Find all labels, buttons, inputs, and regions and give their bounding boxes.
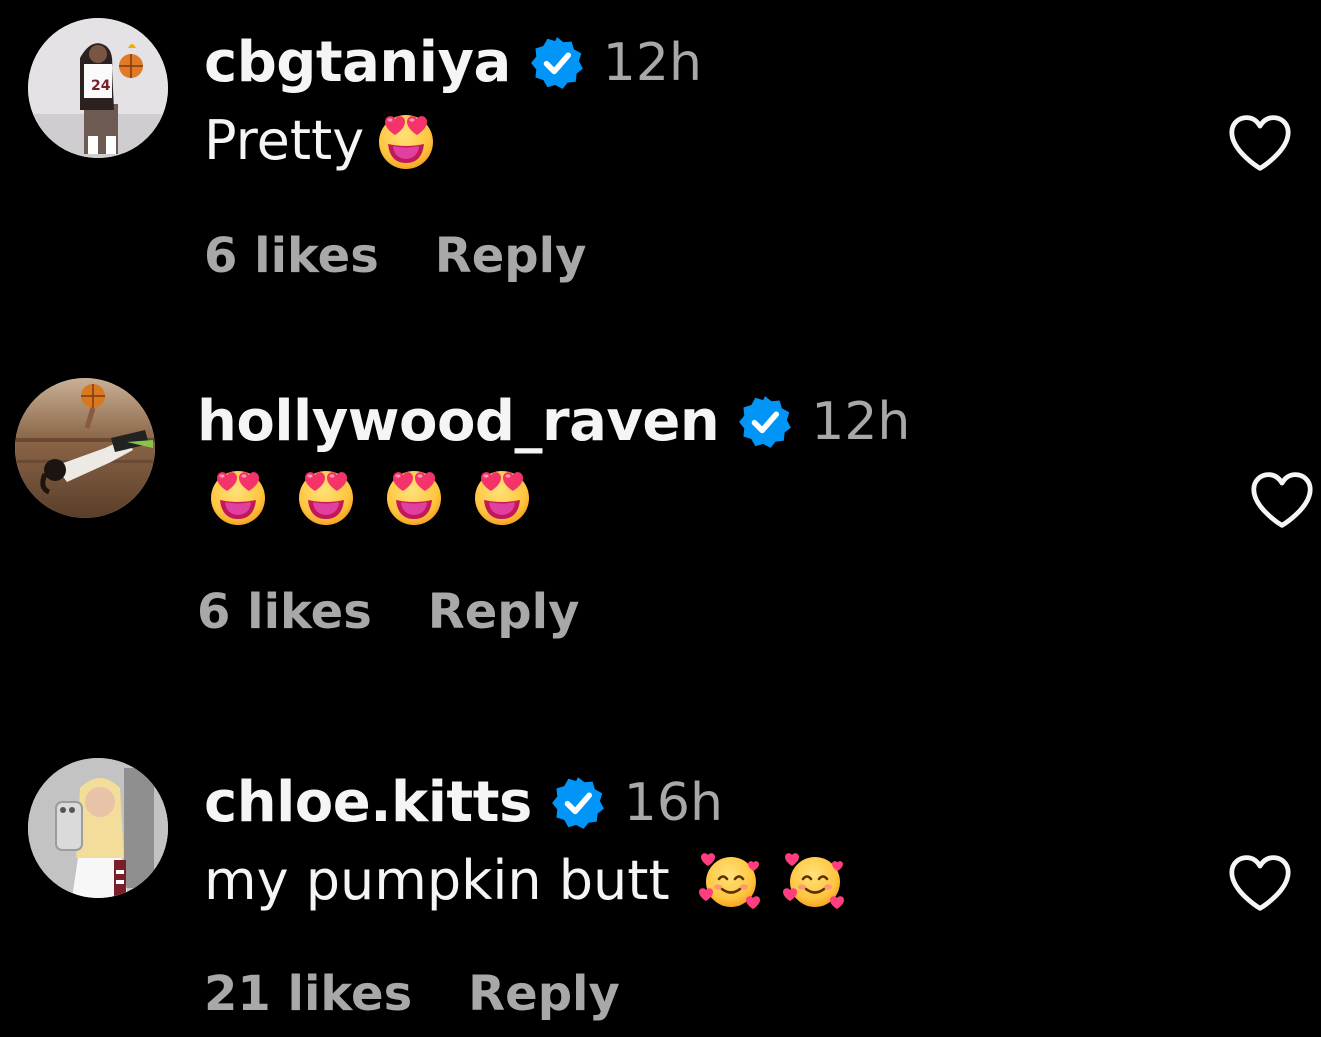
heart-eyes-emoji: [294, 464, 358, 528]
comment-header: chloe.kitts 16h: [204, 770, 723, 835]
comment-text: Pretty: [204, 108, 438, 172]
username[interactable]: hollywood_raven: [197, 389, 720, 454]
timestamp: 12h: [602, 32, 702, 93]
svg-text:24: 24: [91, 78, 111, 94]
verified-badge-icon: [550, 775, 606, 831]
avatar-image: 24: [28, 18, 168, 158]
heart-eyes-emoji: [382, 464, 446, 528]
reply-button[interactable]: Reply: [428, 584, 580, 640]
likes-count[interactable]: 21 likes: [204, 966, 412, 1022]
avatar[interactable]: [28, 758, 168, 898]
smiling-face-with-hearts-emoji: [698, 848, 762, 912]
heart-eyes-emoji: [470, 464, 534, 528]
comment-text-content: my pumpkin butt: [204, 848, 670, 912]
avatar[interactable]: [15, 378, 155, 518]
timestamp: 12h: [811, 391, 911, 452]
avatar-image: [15, 378, 155, 518]
likes-count[interactable]: 6 likes: [197, 584, 372, 640]
heart-outline-icon[interactable]: [1226, 112, 1294, 174]
reply-button[interactable]: Reply: [435, 228, 587, 284]
comment-actions: 6 likes Reply: [197, 584, 579, 640]
heart-eyes-emoji: [374, 108, 438, 172]
comment-text: [206, 464, 558, 528]
smiling-face-with-hearts-emoji: [782, 848, 846, 912]
comment-header: hollywood_raven 12h: [197, 389, 910, 454]
username[interactable]: chloe.kitts: [204, 770, 532, 835]
comment-actions: 6 likes Reply: [204, 228, 586, 284]
verified-badge-icon: [737, 394, 793, 450]
heart-outline-icon[interactable]: [1248, 469, 1316, 531]
comment-text-content: Pretty: [204, 108, 365, 172]
comment-actions: 21 likes Reply: [204, 966, 620, 1022]
comment-header: cbgtaniya 12h: [204, 30, 702, 95]
username[interactable]: cbgtaniya: [204, 30, 511, 95]
timestamp: 16h: [623, 772, 723, 833]
avatar-image: [28, 758, 168, 898]
heart-outline-icon[interactable]: [1226, 852, 1294, 914]
likes-count[interactable]: 6 likes: [204, 228, 379, 284]
comment-text: my pumpkin butt: [204, 848, 846, 912]
avatar[interactable]: 24: [28, 18, 168, 158]
verified-badge-icon: [529, 35, 585, 91]
reply-button[interactable]: Reply: [468, 966, 620, 1022]
heart-eyes-emoji: [206, 464, 270, 528]
